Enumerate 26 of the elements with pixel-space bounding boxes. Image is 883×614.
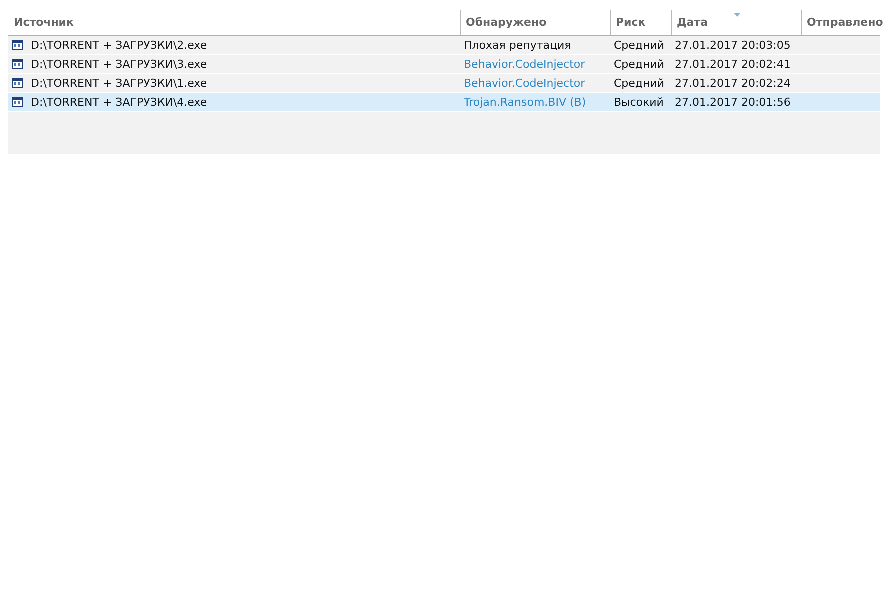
threat-link[interactable]: Behavior.CodeInjector	[464, 76, 586, 90]
threat-link[interactable]: Behavior.CodeInjector	[464, 58, 586, 70]
table-cell: D:\TORRENT + ЗАГРУЗКИ\3.exe	[31, 58, 208, 70]
table-cell: Средний	[614, 76, 665, 90]
table-cell: Средний	[614, 58, 665, 70]
table-cell: 27.01.2017 20:03:05	[675, 38, 791, 52]
table-cell: 27.01.2017 20:01:56	[675, 96, 791, 108]
table-cell: D:\TORRENT + ЗАГРУЗКИ\1.exe	[31, 76, 208, 90]
table-cell: D:\TORRENT + ЗАГРУЗКИ\2.exe	[31, 38, 208, 52]
table-cell: Высокий	[614, 96, 664, 108]
column-header[interactable]: Дата	[671, 10, 801, 35]
window-icon	[12, 97, 23, 107]
table-row[interactable]: D:\TORRENT + ЗАГРУЗКИ\4.exe Trojan.Ransom.BIV (B) Высокий 27.01.2017 20:01:56	[8, 93, 880, 112]
column-header[interactable]: Риск	[610, 10, 671, 35]
table-cell: 27.01.2017 20:02:41	[675, 58, 791, 70]
table-cell: D:\TORRENT + ЗАГРУЗКИ\4.exe	[31, 96, 208, 108]
table-cell: Средний	[614, 38, 665, 52]
column-header[interactable]: Источник	[8, 10, 460, 35]
column-header[interactable]: Обнаружено	[460, 10, 610, 35]
threat-link[interactable]: Trojan.Ransom.BIV (B)	[464, 96, 586, 108]
window-icon	[12, 40, 23, 50]
sort-arrow-icon	[734, 13, 740, 17]
table-cell: Плохая репутация	[464, 38, 572, 52]
window-icon	[12, 78, 23, 88]
table-cell: 27.01.2017 20:02:24	[675, 76, 791, 90]
window-icon	[12, 59, 23, 69]
